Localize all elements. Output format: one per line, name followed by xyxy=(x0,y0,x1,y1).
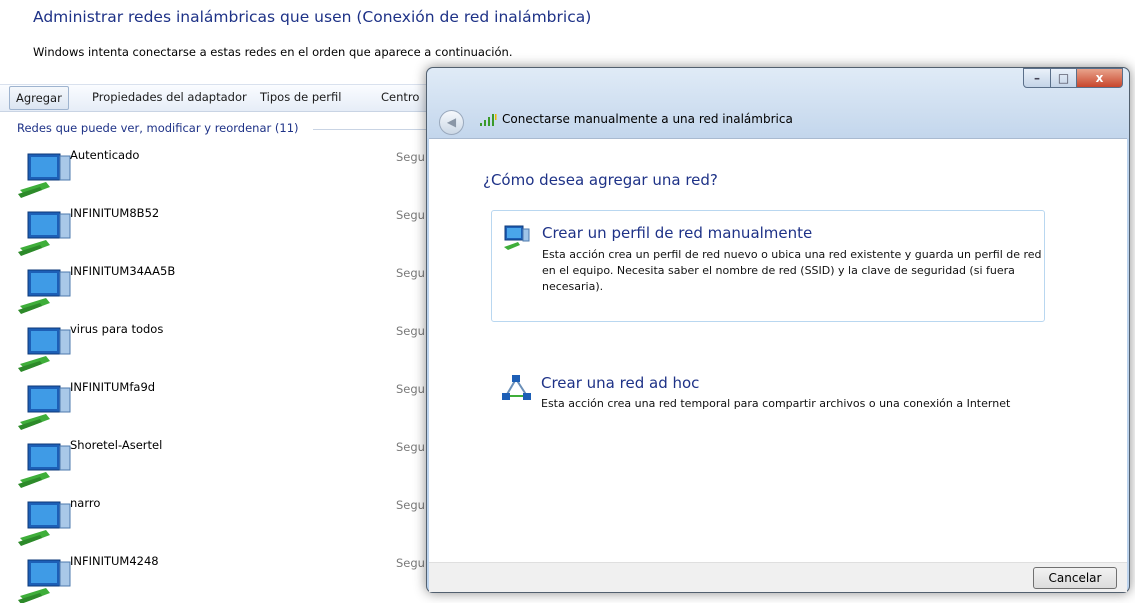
profile-types-button[interactable]: Tipos de perfil xyxy=(254,85,347,111)
maximize-button[interactable]: □ xyxy=(1050,68,1077,88)
cancel-button[interactable]: Cancelar xyxy=(1033,567,1117,589)
network-security: Segu xyxy=(396,440,425,454)
network-name: INFINITUM4248 xyxy=(70,554,159,568)
network-item[interactable]: INFINITUM34AA5B Segu xyxy=(8,262,438,320)
network-item[interactable]: INFINITUMfa9d Segu xyxy=(8,378,438,436)
wireless-network-icon xyxy=(16,204,74,258)
network-name: Shoretel-Asertel xyxy=(70,438,163,452)
adhoc-network-icon xyxy=(502,375,531,400)
create-profile-option[interactable]: Crear un perfil de red manualmente Esta … xyxy=(491,210,1045,322)
adapter-properties-button[interactable]: Propiedades del adaptador xyxy=(86,85,253,111)
back-button[interactable]: ◀ xyxy=(439,110,464,135)
wireless-network-icon xyxy=(16,436,74,490)
maximize-icon: □ xyxy=(1057,71,1070,85)
dialog-title: Conectarse manualmente a una red inalámb… xyxy=(502,112,793,126)
create-adhoc-description: Esta acción crea una red temporal para c… xyxy=(541,397,1011,410)
wireless-signal-icon xyxy=(480,114,497,126)
create-profile-title: Crear un perfil de red manualmente xyxy=(542,224,813,242)
network-name: virus para todos xyxy=(70,322,164,336)
group-divider xyxy=(313,129,443,130)
network-item[interactable]: virus para todos Segu xyxy=(8,320,438,378)
dialog-question: ¿Cómo desea agregar una red? xyxy=(483,171,718,189)
page-title: Administrar redes inalámbricas que usen … xyxy=(33,8,592,26)
close-button[interactable]: x xyxy=(1076,68,1123,88)
network-name: INFINITUMfa9d xyxy=(70,380,156,394)
page-subtitle: Windows intenta conectarse a estas redes… xyxy=(33,45,513,59)
network-name: INFINITUM34AA5B xyxy=(70,264,176,278)
wireless-network-icon xyxy=(16,320,74,374)
network-item[interactable]: Shoretel-Asertel Segu xyxy=(8,436,438,494)
create-adhoc-title: Crear una red ad hoc xyxy=(541,374,700,392)
minimize-icon: – xyxy=(1034,71,1040,85)
back-arrow-icon: ◀ xyxy=(446,115,457,129)
network-profile-icon xyxy=(504,225,530,250)
network-security: Segu xyxy=(396,208,425,222)
network-security: Segu xyxy=(396,498,425,512)
connect-manually-dialog: – □ x ◀ Conectarse manualmente a una red… xyxy=(426,67,1130,593)
wireless-network-icon xyxy=(16,262,74,316)
wireless-network-icon xyxy=(16,552,74,603)
close-icon: x xyxy=(1095,71,1104,85)
add-button[interactable]: Agregar xyxy=(9,86,69,110)
wireless-network-icon xyxy=(16,378,74,432)
create-adhoc-option[interactable]: Crear una red ad hoc Esta acción crea un… xyxy=(491,369,1045,439)
network-item[interactable]: narro Segu xyxy=(8,494,438,552)
minimize-button[interactable]: – xyxy=(1023,68,1051,88)
create-profile-description: Esta acción crea un perfil de red nuevo … xyxy=(542,248,1042,293)
wireless-network-icon xyxy=(16,146,74,200)
network-center-button[interactable]: Centro xyxy=(375,85,425,111)
group-header: Redes que puede ver, modificar y reorden… xyxy=(17,121,299,135)
network-item[interactable]: INFINITUM4248 Segu xyxy=(8,552,438,603)
network-security: Segu xyxy=(396,556,425,570)
network-security: Segu xyxy=(396,382,425,396)
dialog-body: ¿Cómo desea agregar una red? Crear un pe… xyxy=(429,138,1127,562)
network-name: Autenticado xyxy=(70,148,140,162)
wireless-network-icon xyxy=(16,494,74,548)
network-name: narro xyxy=(70,496,101,510)
network-security: Segu xyxy=(396,150,425,164)
network-security: Segu xyxy=(396,266,425,280)
dialog-footer: Cancelar xyxy=(429,562,1127,592)
network-item[interactable]: INFINITUM8B52 Segu xyxy=(8,204,438,262)
network-security: Segu xyxy=(396,324,425,338)
network-name: INFINITUM8B52 xyxy=(70,206,160,220)
network-item[interactable]: Autenticado Segu xyxy=(8,146,438,204)
toolbar: Agregar Propiedades del adaptador Tipos … xyxy=(0,84,440,112)
